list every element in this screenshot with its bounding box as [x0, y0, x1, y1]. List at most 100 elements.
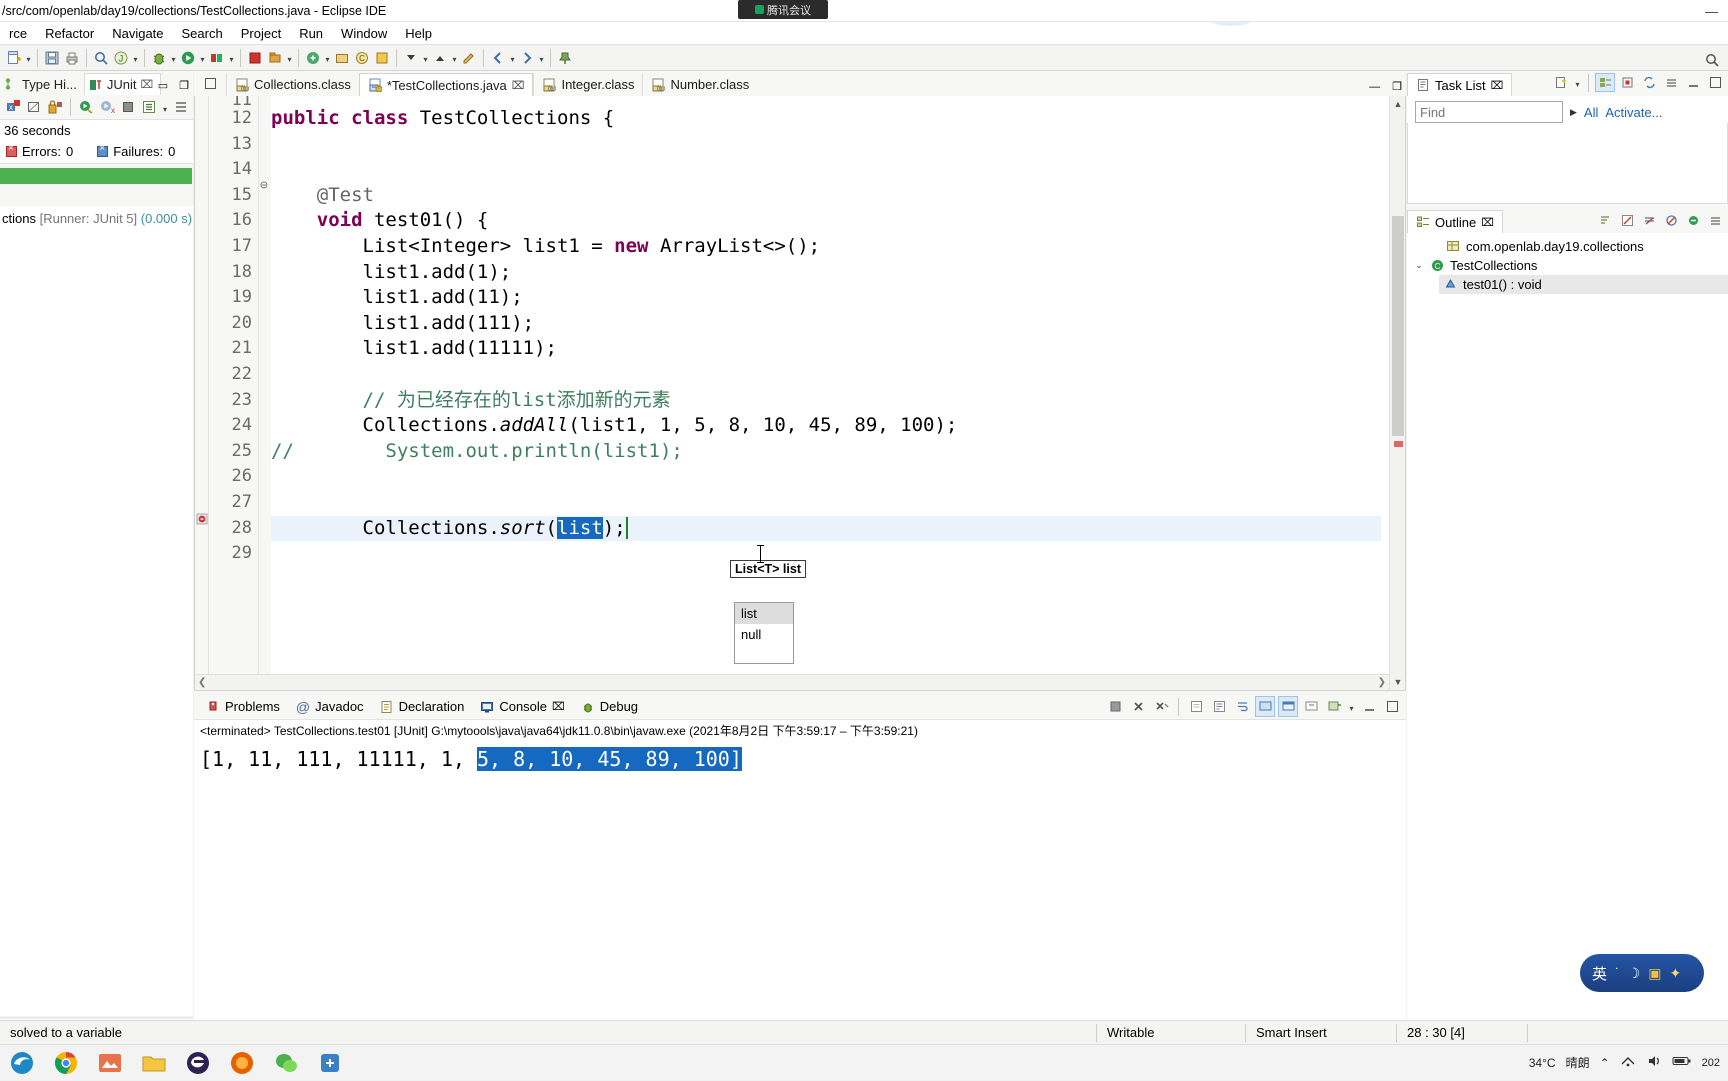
ime-star-icon[interactable]: ✦	[1669, 965, 1681, 982]
previous-annotation-icon[interactable]	[430, 47, 450, 68]
error-marker-icon[interactable]	[196, 513, 208, 525]
view-menu-icon[interactable]: ▾	[161, 97, 169, 118]
close-icon[interactable]: ⌧	[1481, 216, 1494, 229]
meeting-widget[interactable]: 腾讯会议	[738, 0, 828, 19]
new-class-icon[interactable]: C	[352, 47, 372, 68]
code-editor[interactable]: 11 12 13 14 15 16 17 18 19 20 21 22 23 24 25 26 27 28 29 …	[194, 96, 1406, 691]
menu-bar[interactable]: rce Refactor Navigate Search Project Run…	[0, 22, 1728, 44]
close-icon[interactable]: ⌧	[512, 79, 525, 92]
new-package-icon[interactable]	[332, 47, 352, 68]
code-line[interactable]: // 为已经存在的list添加新的元素	[271, 388, 1381, 414]
coverage-arrow[interactable]: ▾	[227, 47, 236, 68]
new-java-project-icon[interactable]	[303, 47, 323, 68]
coverage-icon[interactable]	[207, 47, 227, 68]
code-line[interactable]	[271, 541, 1381, 567]
tab-debug[interactable]: Debug	[573, 697, 646, 716]
ime-box-icon[interactable]: ▣	[1648, 965, 1661, 982]
focus-icon[interactable]	[1617, 73, 1637, 92]
editor-vertical-scrollbar[interactable]: ▲ ▼	[1389, 96, 1405, 690]
stop-icon[interactable]	[245, 47, 265, 68]
ime-dot-icon[interactable]: ˙	[1615, 965, 1620, 981]
outline-tree[interactable]: com.openlab.day19.collections ⌄ C TestCo…	[1407, 233, 1728, 1044]
scroll-lock-icon[interactable]	[1209, 696, 1229, 717]
hide-nonpublic-icon[interactable]	[1661, 211, 1681, 230]
find-scope-all[interactable]: All	[1584, 105, 1598, 120]
next-annotation-arrow[interactable]: ▾	[421, 47, 430, 68]
menu-item-run[interactable]: Run	[290, 24, 332, 43]
tool-icon[interactable]	[308, 1045, 352, 1081]
window-controls[interactable]: —	[1705, 0, 1724, 22]
open-console-icon[interactable]	[1324, 696, 1344, 717]
view-menu-icon[interactable]	[1661, 73, 1681, 92]
task-list-tabs[interactable]: Task List ⌧ ▾	[1407, 71, 1728, 96]
content-assist-popup[interactable]: list null	[734, 602, 794, 664]
network-icon[interactable]	[1620, 1053, 1636, 1072]
volume-icon[interactable]	[1646, 1053, 1662, 1072]
task-list-body[interactable]	[1407, 123, 1728, 204]
code-line[interactable]: list1.add(111);	[271, 311, 1381, 337]
outline-tabs[interactable]: Outline ⌧	[1407, 208, 1728, 233]
tab-javadoc[interactable]: @ Javadoc	[288, 697, 372, 717]
ime-floating-bar[interactable]: 英 ˙ ☽ ▣ ✦	[1580, 954, 1704, 992]
new-dropdown-arrow[interactable]: ▾	[24, 47, 33, 68]
code-line[interactable]	[271, 464, 1381, 490]
folding-bar[interactable]: ⊖	[259, 96, 271, 690]
close-icon[interactable]: ⌧	[1491, 79, 1504, 92]
show-console-on-output-icon[interactable]	[1255, 696, 1275, 717]
editor-tab-number-class[interactable]: 010 Number.class	[642, 73, 757, 96]
tab-problems[interactable]: Problems	[198, 697, 288, 716]
previous-failure-icon[interactable]	[24, 97, 43, 118]
stop-icon[interactable]	[119, 97, 138, 118]
minimize-icon[interactable]	[1683, 73, 1703, 92]
menu-item-search[interactable]: Search	[173, 24, 232, 43]
collapse-all-icon[interactable]	[1683, 211, 1703, 230]
editor-tabs[interactable]: 010 Collections.class ! *TestCollections…	[194, 71, 1406, 96]
view-menu-extra-icon[interactable]	[171, 97, 190, 118]
junit-results-tree[interactable]: ctions [Runner: JUnit 5] (0.000 s)	[0, 206, 193, 1016]
scroll-left-icon[interactable]: ❮	[198, 677, 206, 688]
chrome-icon[interactable]	[44, 1045, 88, 1081]
new-task-arrow[interactable]: ▾	[1573, 72, 1582, 93]
minimize-icon[interactable]: —	[1369, 81, 1380, 93]
maximize-icon[interactable]: ❐	[1392, 80, 1402, 93]
wechat-icon[interactable]	[264, 1045, 308, 1081]
hide-fields-icon[interactable]	[1617, 211, 1637, 230]
battery-icon[interactable]	[1672, 1053, 1692, 1072]
scrollbar-thumb[interactable]	[1392, 216, 1404, 436]
maximize-icon[interactable]	[1382, 696, 1402, 717]
code-line[interactable]	[271, 490, 1381, 516]
maximize-icon[interactable]	[1705, 73, 1725, 92]
console-menu-arrow[interactable]: ▾	[1347, 696, 1356, 717]
ime-mode-label[interactable]: 英	[1592, 963, 1607, 984]
assist-proposal-null[interactable]: null	[735, 624, 793, 645]
code-line[interactable]	[271, 362, 1381, 388]
word-wrap-icon[interactable]	[1232, 696, 1252, 717]
console-toolbar[interactable]: ▾	[1105, 696, 1402, 717]
outline-item-package[interactable]: com.openlab.day19.collections	[1413, 237, 1728, 256]
editor-tab-collections-class[interactable]: 010 Collections.class	[226, 73, 359, 96]
tab-console[interactable]: Console ⌧	[472, 697, 572, 716]
eclipse-icon[interactable]	[176, 1045, 220, 1081]
chevron-up-icon[interactable]: ⌃	[1600, 1056, 1610, 1070]
code-lines[interactable]: public class TestCollections { @Test voi…	[271, 96, 1381, 690]
outline-chevron[interactable]: ⌄	[1413, 260, 1425, 271]
code-line[interactable]: Collections.sort(list);	[271, 515, 1381, 542]
outline-item-method[interactable]: test01() : void	[1439, 275, 1728, 294]
firefox-icon[interactable]	[220, 1045, 264, 1081]
minimize-icon[interactable]	[1359, 696, 1379, 717]
previous-annotation-arrow[interactable]: ▾	[450, 47, 459, 68]
maximize-icon[interactable]: ❐	[179, 79, 189, 92]
debug-arrow[interactable]: ▾	[169, 47, 178, 68]
sort-icon[interactable]	[1595, 211, 1615, 230]
categorize-icon[interactable]	[1595, 73, 1615, 92]
code-line[interactable]: list1.add(1);	[271, 260, 1381, 286]
new-icon[interactable]	[4, 47, 24, 68]
back-icon[interactable]	[488, 47, 508, 68]
new-interface-icon[interactable]	[372, 47, 392, 68]
fold-marker-icon[interactable]: ⊖	[259, 173, 271, 199]
find-options-arrow[interactable]: ▶	[1570, 107, 1577, 118]
menu-item-project[interactable]: Project	[232, 24, 290, 43]
tab-task-list[interactable]: Task List ⌧	[1407, 73, 1513, 96]
editor-tab-integer-class[interactable]: 010 Integer.class	[533, 73, 642, 96]
editor-tab-testcollections-java[interactable]: ! *TestCollections.java ⌧	[358, 73, 534, 96]
